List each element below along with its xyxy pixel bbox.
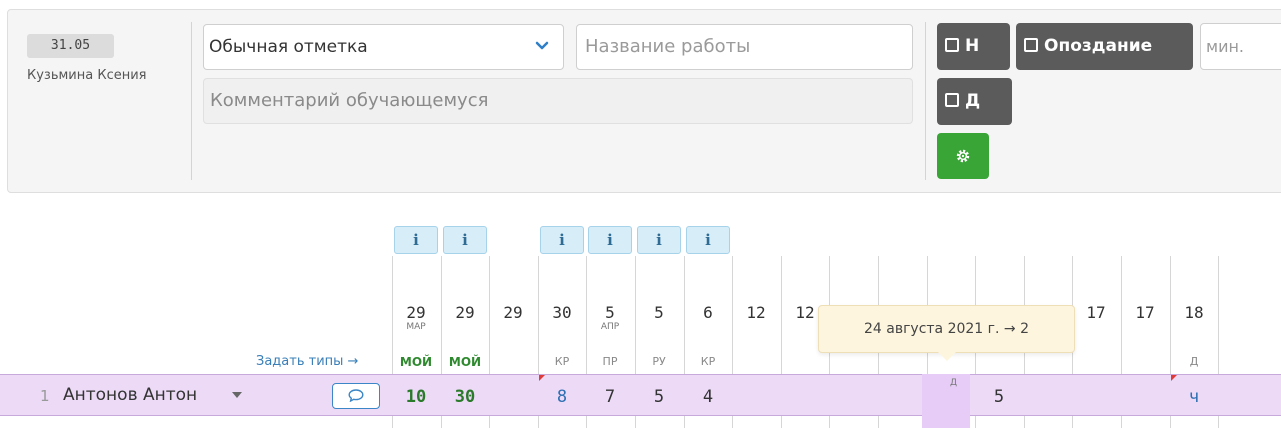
column-info-button[interactable]: i [588,226,632,254]
column-work-type: Д [1189,355,1199,368]
mark-type-select[interactable]: Обычная отметка [203,24,564,70]
date-badge: 31.05 [27,34,114,58]
column-work-type: КР [554,355,570,368]
column-day[interactable]: 5 [586,303,634,322]
column-work-type: МОЙ [399,355,433,369]
panel-divider-right [925,22,926,180]
checkbox-icon [945,38,959,52]
column-day[interactable]: 12 [732,303,780,322]
column-info-button[interactable]: i [540,226,584,254]
student-row-name[interactable]: Антонов Антон [63,385,197,405]
comment-icon [348,389,364,402]
column-info-button[interactable]: i [637,226,681,254]
late-minutes-input[interactable]: мин. [1200,23,1281,70]
cell-tooltip: 24 августа 2021 г. → 2 [818,305,1075,353]
student-name: Кузьмина Ксения [27,68,147,83]
late-label: Опоздание [1044,36,1153,56]
column-month: АПР [600,322,620,332]
cell-comment-flag [1171,375,1177,381]
caret-down-icon[interactable] [232,392,242,398]
tooltip-arrow [938,352,956,361]
late-button[interactable]: Опоздание [1016,23,1193,70]
absent-n-label: Н [965,36,980,56]
remote-d-button[interactable]: Д [937,78,1012,125]
column-info-button[interactable]: i [686,226,730,254]
column-day[interactable]: 29 [392,303,440,322]
grade-cell[interactable]: 7 [586,387,634,407]
column-day[interactable]: 17 [1072,303,1120,322]
grade-cell[interactable]: 10 [392,387,440,407]
grade-cell[interactable]: 8 [538,387,586,407]
checkbox-icon [945,93,959,107]
set-types-link[interactable]: Задать типы → [256,354,358,369]
checkbox-icon [1024,38,1038,52]
column-work-type: КР [700,355,716,368]
column-day[interactable]: 5 [635,303,683,322]
column-day[interactable]: 30 [538,303,586,322]
grade-cell[interactable]: 5 [635,387,683,407]
student-comment-input[interactable]: Комментарий обучающемуся [203,78,913,124]
mark-type-value: Обычная отметка [209,37,368,57]
column-work-type: МОЙ [448,355,482,369]
column-day[interactable]: 29 [441,303,489,322]
cell-mark-d: Д [950,378,958,388]
work-name-input[interactable]: Название работы [576,24,913,70]
settings-button[interactable] [937,133,989,179]
gear-icon [956,149,970,163]
column-work-type: ПР [602,355,618,368]
column-info-button[interactable]: i [394,226,438,254]
grade-cell[interactable]: 5 [975,387,1023,407]
remote-d-label: Д [965,91,981,111]
column-day[interactable]: 6 [684,303,732,322]
chevron-down-icon [535,41,549,50]
comment-button[interactable] [332,383,380,409]
grade-cell[interactable]: 4 [684,387,732,407]
absent-n-button[interactable]: Н [937,23,1010,70]
column-day[interactable]: 18 [1170,303,1218,322]
column-day[interactable]: 29 [489,303,537,322]
row-number: 1 [40,387,50,405]
column-day[interactable]: 17 [1121,303,1169,322]
highlighted-cell[interactable] [922,374,970,428]
column-info-button[interactable]: i [443,226,487,254]
column-month: МАР [406,322,426,332]
column-work-type: РУ [652,355,666,368]
panel-divider [191,22,192,180]
grade-cell[interactable]: ч [1170,387,1218,407]
grade-cell[interactable]: 30 [441,387,489,407]
cell-comment-flag [539,375,545,381]
